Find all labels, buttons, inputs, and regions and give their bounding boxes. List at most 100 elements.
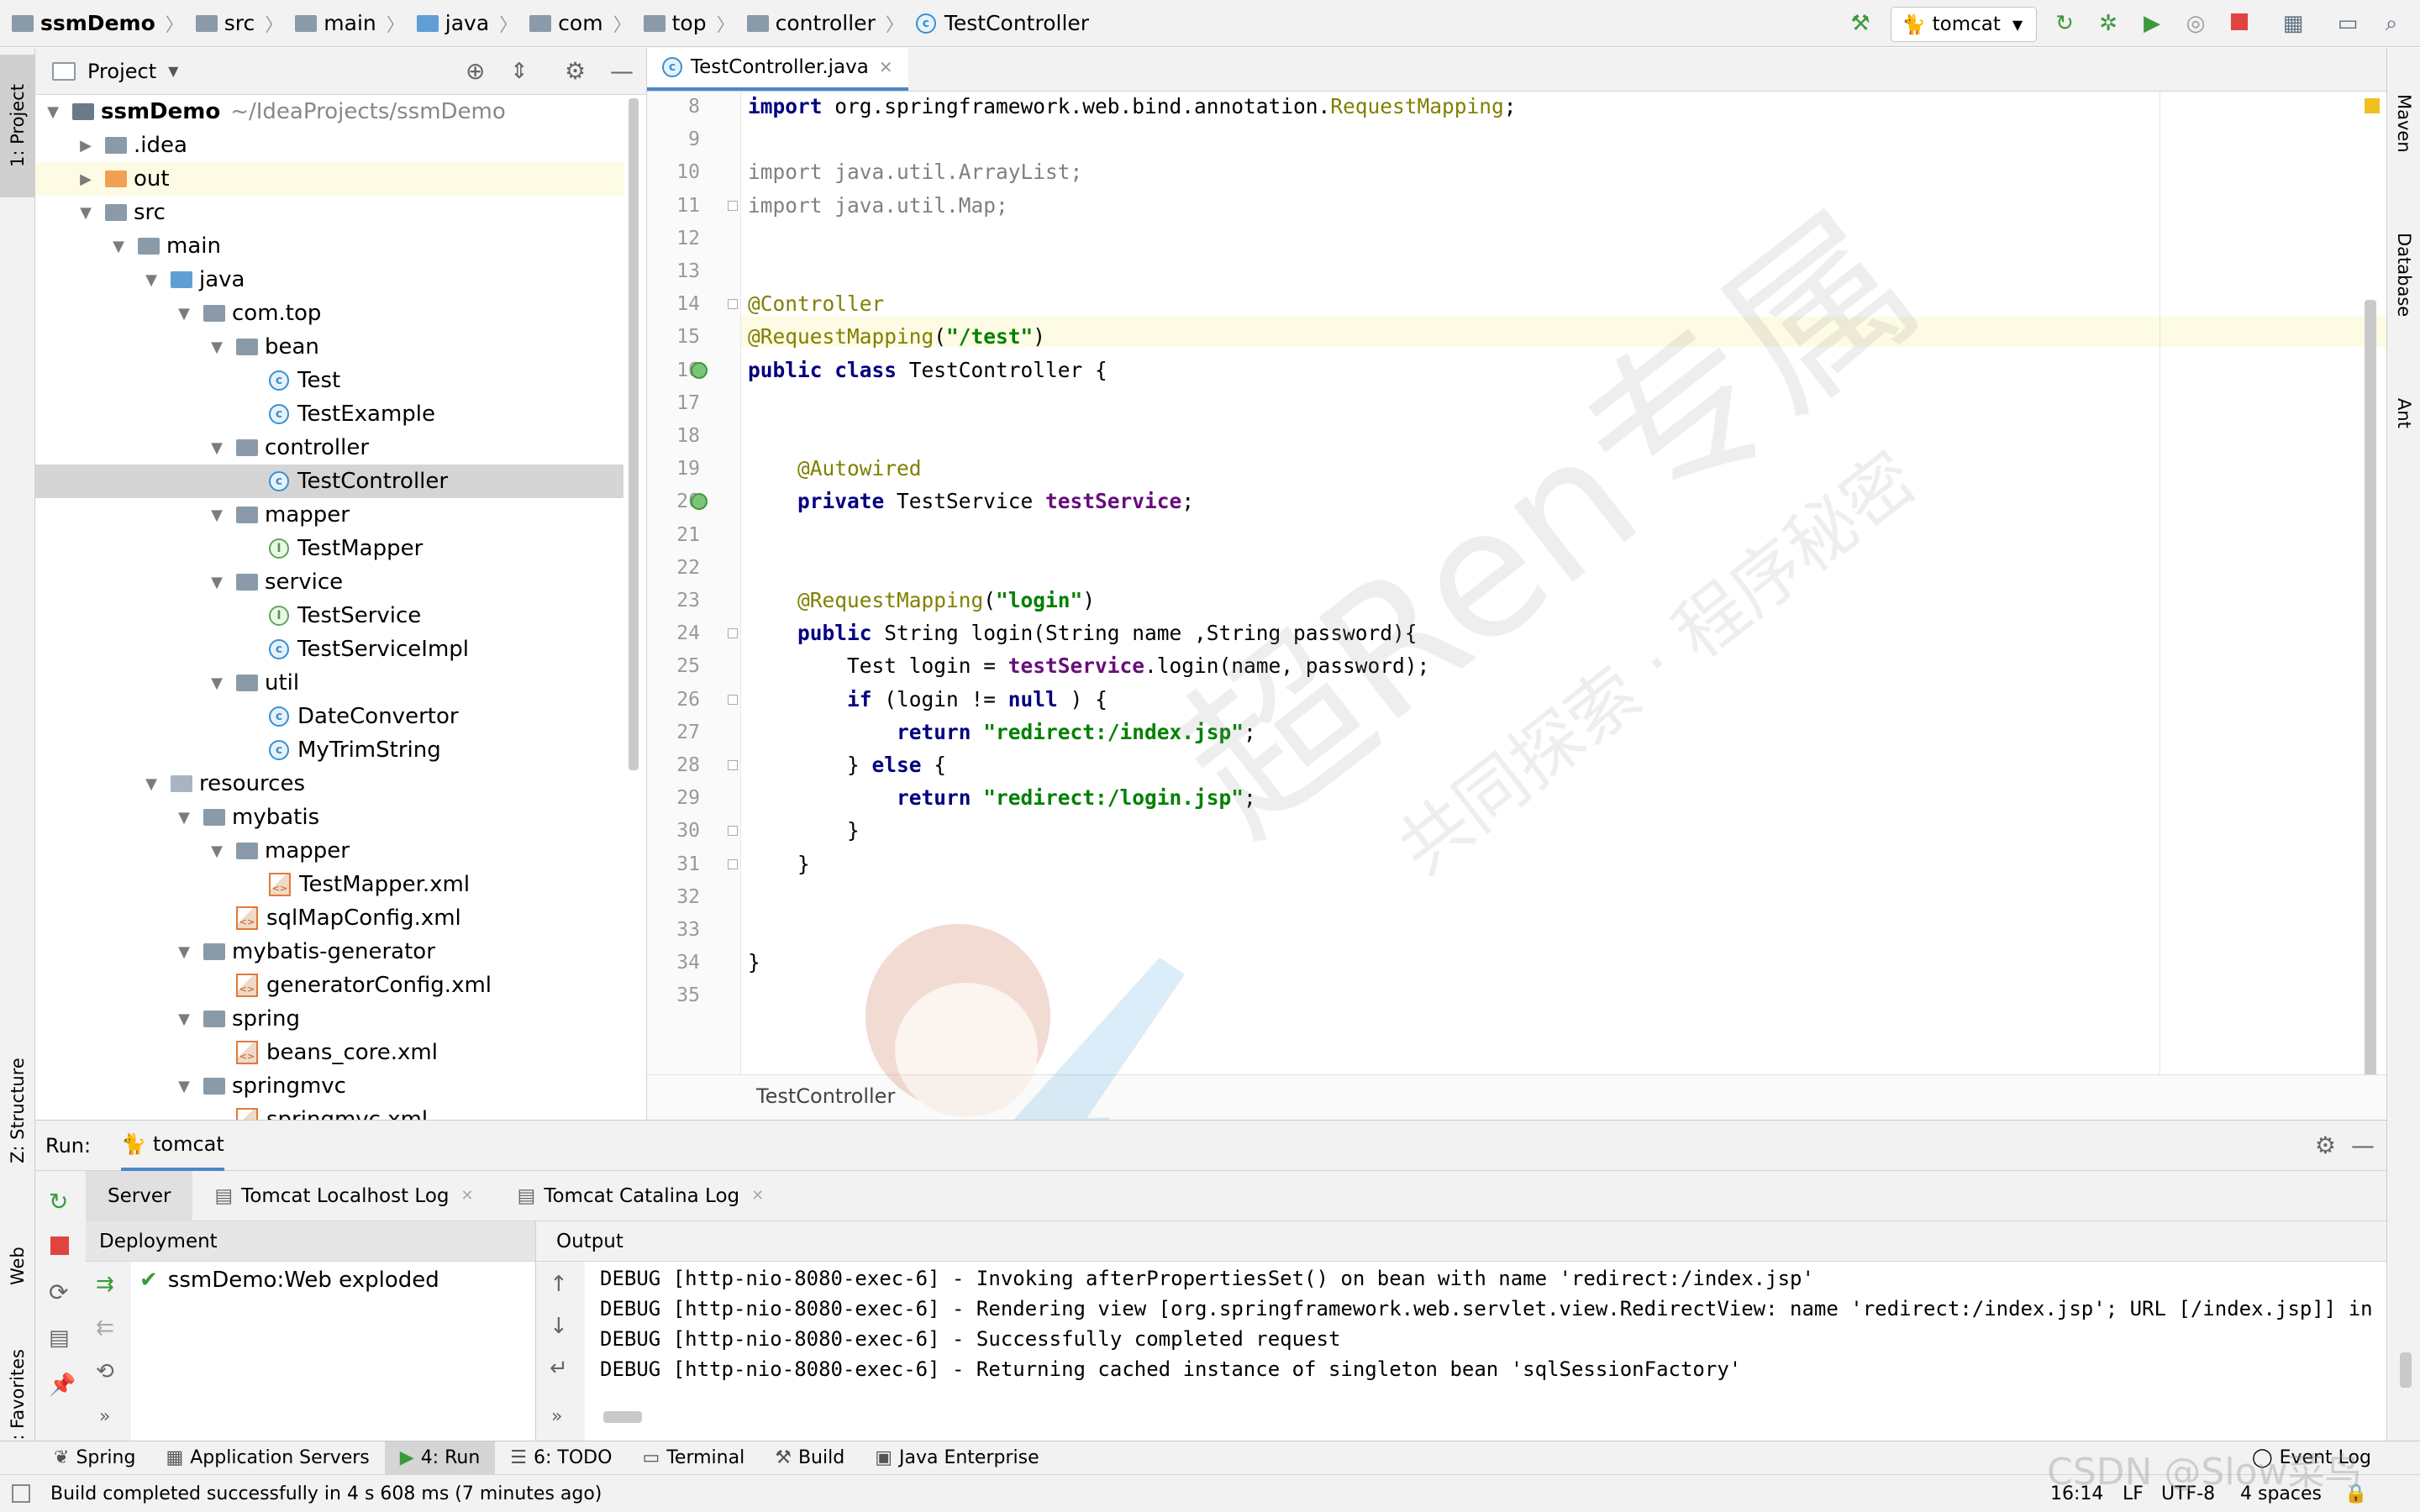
chevron-down-icon[interactable]: ▼ bbox=[76, 204, 95, 222]
tree-file-item[interactable]: I TestService bbox=[35, 599, 623, 633]
tree-folder-item[interactable]: ▼ main bbox=[35, 229, 623, 263]
chevron-down-icon[interactable]: ▼ bbox=[142, 271, 160, 289]
more-icon[interactable]: » bbox=[99, 1406, 110, 1427]
coverage-icon[interactable]: ▶ bbox=[2140, 12, 2164, 35]
chevron-right-icon[interactable]: ▶ bbox=[76, 137, 95, 155]
chevron-down-icon[interactable]: ▼ bbox=[109, 238, 128, 255]
tree-file-item[interactable]: <> generatorConfig.xml bbox=[35, 969, 623, 1002]
close-icon[interactable]: ✕ bbox=[879, 57, 893, 77]
chevron-down-icon[interactable]: ▼ bbox=[208, 843, 226, 860]
tree-folder-item[interactable]: ▼ resources bbox=[35, 767, 623, 801]
status-toggle-icon[interactable] bbox=[12, 1484, 30, 1503]
tree-folder-item[interactable]: ▼ src bbox=[35, 196, 623, 229]
tab-structure[interactable]: Z: Structure bbox=[0, 1014, 35, 1207]
breadcrumb-item[interactable]: com 〉 bbox=[518, 0, 632, 47]
refresh-icon[interactable]: ⟳ bbox=[49, 1278, 68, 1306]
bottom-tab[interactable]: ❦ Spring bbox=[39, 1441, 150, 1475]
chevron-down-icon[interactable]: ▼ bbox=[175, 809, 193, 827]
tree-folder-item[interactable]: ▶ out bbox=[35, 162, 623, 196]
bottom-tab[interactable]: ▭ Terminal bbox=[627, 1441, 760, 1475]
chevron-down-icon[interactable]: ▼ bbox=[208, 439, 226, 457]
chevron-down-icon[interactable]: ▼ bbox=[175, 1078, 193, 1095]
profile-icon[interactable]: ◎ bbox=[2184, 12, 2207, 35]
gear-icon[interactable]: ⚙ bbox=[565, 57, 586, 85]
bottom-tab[interactable]: ▣ Java Enterprise bbox=[860, 1441, 1054, 1475]
tree-file-item[interactable]: I TestMapper bbox=[35, 532, 623, 565]
minimize-icon[interactable]: — bbox=[2351, 1131, 2375, 1159]
breadcrumb-item[interactable]: src 〉 bbox=[184, 0, 283, 47]
tab-ant[interactable]: Ant bbox=[2387, 367, 2420, 459]
tab-web[interactable]: Web bbox=[0, 1224, 35, 1308]
tree-file-item[interactable]: c TestExample bbox=[35, 397, 623, 431]
run-subtab[interactable]: Server bbox=[86, 1170, 193, 1221]
deployment-item[interactable]: ✔ ssmDemo:Web exploded bbox=[139, 1263, 439, 1297]
chevron-down-icon[interactable]: ▼ bbox=[44, 103, 62, 121]
tree-file-item[interactable]: c MyTrimString bbox=[35, 733, 623, 767]
tree-file-item[interactable]: c TestController bbox=[35, 465, 623, 498]
editor-scrollbar[interactable] bbox=[2365, 300, 2376, 1123]
tree-folder-item[interactable]: ▶ .idea bbox=[35, 129, 623, 162]
breadcrumb-item[interactable]: top 〉 bbox=[632, 0, 735, 47]
chevron-down-icon[interactable]: ▼ bbox=[142, 775, 160, 793]
tab-database[interactable]: Database bbox=[2387, 191, 2420, 359]
build-hammer-icon[interactable]: ⚒ bbox=[1849, 12, 1872, 35]
chevron-down-icon[interactable]: ▼ bbox=[208, 507, 226, 524]
tree-file-item[interactable]: <> beans_core.xml bbox=[35, 1036, 623, 1069]
tab-maven[interactable]: Maven bbox=[2387, 65, 2420, 182]
chevron-down-icon[interactable]: ▼ bbox=[175, 1011, 193, 1028]
tree-folder-item[interactable]: ▼ ssmDemo ~/IdeaProjects/ssmDemo bbox=[35, 95, 623, 129]
tree-file-item[interactable]: <> sqlMapConfig.xml bbox=[35, 901, 623, 935]
tree-file-item[interactable]: <> TestMapper.xml bbox=[35, 868, 623, 901]
output-h-scrollbar[interactable] bbox=[603, 1411, 642, 1423]
rerun-icon[interactable]: ↻ bbox=[2053, 12, 2076, 35]
chevron-down-icon[interactable]: ▼ bbox=[175, 305, 193, 323]
deploy-icon[interactable]: ⇉ bbox=[96, 1272, 114, 1297]
debug-icon[interactable]: ✲ bbox=[2096, 12, 2120, 35]
minimize-icon[interactable]: — bbox=[610, 57, 634, 85]
tree-folder-item[interactable]: ▼ service bbox=[35, 565, 623, 599]
bottom-tab[interactable]: ☰ 6: TODO bbox=[495, 1441, 627, 1475]
breadcrumb-item[interactable]: java 〉 bbox=[405, 0, 518, 47]
project-structure-icon[interactable]: ▦ bbox=[2281, 12, 2305, 35]
locate-icon[interactable]: ⊕ bbox=[466, 57, 485, 85]
chevron-down-icon[interactable]: ▼ bbox=[208, 574, 226, 591]
bottom-tab[interactable]: ▶ 4: Run bbox=[384, 1441, 496, 1475]
status-message[interactable]: Build completed successfully in 4 s 608 … bbox=[50, 1483, 602, 1504]
run-config-select[interactable]: 🐈 tomcat ▼ bbox=[1891, 7, 2037, 42]
bottom-tab[interactable]: ⚒ Build bbox=[760, 1441, 860, 1475]
output-v-scrollbar[interactable] bbox=[2400, 1352, 2412, 1388]
terminal-toggle-icon[interactable]: ▭ bbox=[2336, 12, 2360, 35]
search-icon[interactable]: ⌕ bbox=[2380, 12, 2403, 35]
gear-icon[interactable]: ⚙ bbox=[2315, 1131, 2336, 1159]
tree-folder-item[interactable]: ▼ mybatis-generator bbox=[35, 935, 623, 969]
breadcrumb-item[interactable]: main 〉 bbox=[283, 0, 405, 47]
tree-scrollbar[interactable] bbox=[629, 98, 639, 770]
collapse-all-icon[interactable]: ⇕ bbox=[510, 59, 529, 84]
tree-folder-item[interactable]: ▼ com.top bbox=[35, 297, 623, 330]
chevron-down-icon[interactable]: ▼ bbox=[175, 943, 193, 961]
breadcrumb-item[interactable]: c TestController bbox=[904, 0, 1089, 47]
chevron-down-icon[interactable]: ▼ bbox=[208, 339, 226, 356]
editor-tab[interactable]: c TestController.java ✕ bbox=[647, 47, 908, 91]
tree-file-item[interactable]: c DateConvertor bbox=[35, 700, 623, 733]
tab-project[interactable]: 1: Project bbox=[0, 55, 35, 197]
tree-folder-item[interactable]: ▼ mybatis bbox=[35, 801, 623, 834]
chevron-down-icon[interactable]: ▼ bbox=[208, 675, 226, 692]
stop-icon[interactable] bbox=[2228, 12, 2251, 35]
breadcrumb-item[interactable]: ssmDemo 〉 bbox=[0, 0, 184, 47]
update-icon[interactable]: ⟲ bbox=[96, 1359, 114, 1384]
chevron-down-icon[interactable]: ▼ bbox=[168, 63, 178, 79]
tree-folder-item[interactable]: ▼ mapper bbox=[35, 834, 623, 868]
undeploy-icon[interactable]: ⇇ bbox=[96, 1315, 114, 1341]
tree-folder-item[interactable]: ▼ springmvc bbox=[35, 1069, 623, 1103]
tree-folder-item[interactable]: ▼ java bbox=[35, 263, 623, 297]
tree-folder-item[interactable]: ▼ mapper bbox=[35, 498, 623, 532]
run-subtab[interactable]: ▤ Tomcat Localhost Log ✕ bbox=[192, 1171, 495, 1221]
stop-icon[interactable] bbox=[50, 1236, 69, 1255]
console-output[interactable]: DEBUG [http-nio-8080-exec-6] - Invoking … bbox=[536, 1263, 2385, 1398]
tree-folder-item[interactable]: ▼ controller bbox=[35, 431, 623, 465]
rerun-icon[interactable]: ↻ bbox=[49, 1188, 68, 1215]
tree-folder-item[interactable]: ▼ bean bbox=[35, 330, 623, 364]
breadcrumb-item[interactable]: controller 〉 bbox=[735, 0, 904, 47]
layout-icon[interactable]: ▤ bbox=[49, 1326, 70, 1351]
